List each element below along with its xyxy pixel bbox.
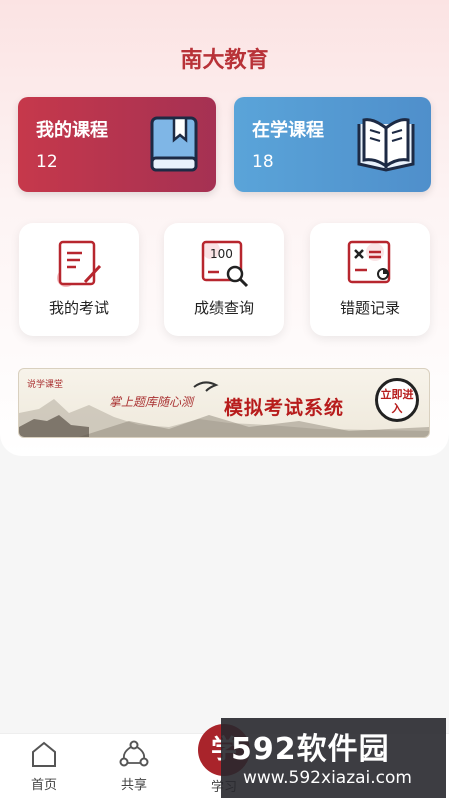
watermark-brand: 592软件园	[231, 732, 390, 767]
home-icon	[32, 741, 56, 767]
wrong-records-button[interactable]: 错题记录	[310, 223, 430, 336]
my-exams-button[interactable]: 我的考试	[19, 223, 139, 336]
closed-book-icon	[146, 114, 202, 180]
my-exams-label: 我的考试	[48, 299, 109, 317]
exam-paper-icon	[54, 238, 106, 294]
score-query-label: 成绩查询	[193, 299, 254, 317]
svg-text:100: 100	[210, 247, 233, 261]
wrong-records-label: 错题记录	[339, 299, 400, 317]
open-book-icon	[355, 114, 417, 178]
banner-logo: 说学课堂	[27, 380, 64, 390]
tab-home[interactable]: 首页	[14, 740, 74, 793]
enter-now-button[interactable]: 立即进入	[375, 378, 419, 422]
score-query-button[interactable]: 100 成绩查询	[164, 223, 284, 336]
wrong-question-icon	[345, 238, 397, 294]
tab-home-label: 首页	[30, 778, 57, 793]
tab-share-label: 共享	[120, 778, 147, 793]
studying-courses-count: 18	[252, 152, 274, 172]
page-title: 南大教育	[180, 48, 269, 73]
tab-share[interactable]: 共享	[104, 740, 164, 793]
my-courses-card[interactable]: 我的课程 12	[18, 97, 216, 192]
watermark-url: www.592xiazai.com	[243, 768, 412, 788]
banner-slogan: 掌上题库随心测	[109, 395, 194, 409]
share-icon	[119, 740, 149, 767]
my-courses-count: 12	[36, 152, 58, 172]
studying-courses-card[interactable]: 在学课程 18	[234, 97, 431, 192]
watermark: 592软件园 www.592xiazai.com	[221, 718, 446, 798]
score-search-icon: 100	[199, 238, 251, 294]
banner-main-text: 模拟考试系统	[224, 397, 345, 419]
my-courses-label: 我的课程	[36, 120, 108, 141]
mock-exam-banner[interactable]: 说学课堂 掌上题库随心测 模拟考试系统 立即进入	[18, 368, 430, 438]
studying-courses-label: 在学课程	[252, 120, 324, 141]
